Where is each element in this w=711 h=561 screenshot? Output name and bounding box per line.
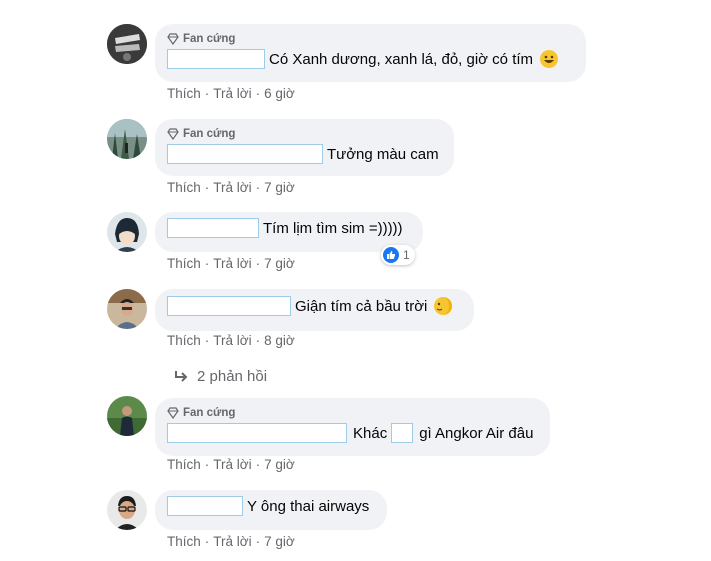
redacted-tag xyxy=(167,296,291,316)
reaction-summary[interactable]: 1 xyxy=(381,245,415,265)
comment-text: Tưởng màu cam xyxy=(327,145,439,163)
timestamp[interactable]: 8 giờ xyxy=(264,333,295,348)
like-link[interactable]: Thích xyxy=(167,180,201,195)
timestamp[interactable]: 7 giờ xyxy=(264,534,295,549)
comment-text: Y ông thai airways xyxy=(247,497,370,515)
separator: · xyxy=(255,457,261,472)
timestamp[interactable]: 7 giờ xyxy=(264,180,295,195)
diamond-icon xyxy=(167,33,179,45)
comment-text: Tím lịm tìm sim =))))) xyxy=(263,219,403,237)
avatar[interactable] xyxy=(107,119,147,159)
avatar[interactable] xyxy=(107,490,147,530)
like-link[interactable]: Thích xyxy=(167,256,201,271)
redacted-tag xyxy=(167,423,347,443)
fan-badge: Fan cứng xyxy=(167,32,574,46)
avatar[interactable] xyxy=(107,24,147,64)
avatar[interactable] xyxy=(107,396,147,436)
redacted-tag xyxy=(391,423,414,443)
timestamp[interactable]: 7 giờ xyxy=(264,256,295,271)
like-link[interactable]: Thích xyxy=(167,457,201,472)
comment-actions: Thích · Trả lời · 8 giờ xyxy=(167,333,295,348)
separator: · xyxy=(255,534,261,549)
comment-bubble: Fan cứng Có Xanh dương, xanh lá, đỏ, giờ… xyxy=(155,24,586,82)
comment-bubble: Fan cứng Tưởng màu cam xyxy=(155,119,454,176)
like-link[interactable]: Thích xyxy=(167,333,201,348)
like-link[interactable]: Thích xyxy=(167,86,201,101)
comment-text: Giận tím cả bầu trời xyxy=(295,297,428,315)
comment-bubble: Y ông thai airways xyxy=(155,490,387,530)
reply-link[interactable]: Trả lời xyxy=(213,86,251,101)
redacted-tag xyxy=(167,496,243,516)
replies-count-label: 2 phản hồi xyxy=(197,368,268,385)
reaction-count: 1 xyxy=(403,248,410,262)
separator: · xyxy=(204,86,210,101)
timestamp[interactable]: 6 giờ xyxy=(264,86,295,101)
avatar[interactable] xyxy=(107,212,147,252)
comment-actions: Thích · Trả lời · 7 giờ xyxy=(167,534,295,549)
reply-link[interactable]: Trả lời xyxy=(213,457,251,472)
fan-badge-label: Fan cứng xyxy=(183,407,236,419)
fan-badge-label: Fan cứng xyxy=(183,33,236,45)
separator: · xyxy=(255,256,261,271)
fan-badge: Fan cứng xyxy=(167,127,442,141)
grin-emoji-icon xyxy=(540,50,559,68)
comment-bubble: Tím lịm tìm sim =))))) xyxy=(155,212,423,252)
redacted-tag xyxy=(167,49,265,69)
comment-text-part-a: Khác xyxy=(353,424,388,442)
avatar[interactable] xyxy=(107,289,147,329)
reply-link[interactable]: Trả lời xyxy=(213,333,251,348)
like-reaction-icon xyxy=(383,247,399,263)
separator: · xyxy=(255,86,261,101)
comment-bubble: Fan cứng Khác gì Angkor Air đâu xyxy=(155,398,550,456)
comment-actions: Thích · Trả lời · 7 giờ xyxy=(167,457,295,472)
reply-arrow-icon xyxy=(175,370,188,382)
reply-link[interactable]: Trả lời xyxy=(213,180,251,195)
separator: · xyxy=(204,256,210,271)
comment-actions: Thích · Trả lời · 7 giờ xyxy=(167,180,295,195)
timestamp[interactable]: 7 giờ xyxy=(264,457,295,472)
separator: · xyxy=(204,180,210,195)
redacted-tag xyxy=(167,218,259,238)
redacted-tag xyxy=(167,144,323,164)
reply-link[interactable]: Trả lời xyxy=(213,534,251,549)
moon-face-emoji-icon xyxy=(434,297,453,315)
diamond-icon xyxy=(167,407,179,419)
diamond-icon xyxy=(167,128,179,140)
view-replies-link[interactable]: 2 phản hồi xyxy=(173,368,267,385)
fan-badge: Fan cứng xyxy=(167,406,538,420)
comment-bubble: Giận tím cả bầu trời xyxy=(155,289,474,331)
separator: · xyxy=(204,457,210,472)
comment-text: Có Xanh dương, xanh lá, đỏ, giờ có tím xyxy=(269,50,534,68)
separator: · xyxy=(204,534,210,549)
separator: · xyxy=(255,180,261,195)
comment-actions: Thích · Trả lời · 6 giờ xyxy=(167,86,295,101)
fan-badge-label: Fan cứng xyxy=(183,128,236,140)
like-link[interactable]: Thích xyxy=(167,534,201,549)
comment-text-part-b: gì Angkor Air đâu xyxy=(419,424,534,442)
reply-link[interactable]: Trả lời xyxy=(213,256,251,271)
separator: · xyxy=(204,333,210,348)
comment-actions: Thích · Trả lời · 7 giờ xyxy=(167,256,295,271)
separator: · xyxy=(255,333,261,348)
